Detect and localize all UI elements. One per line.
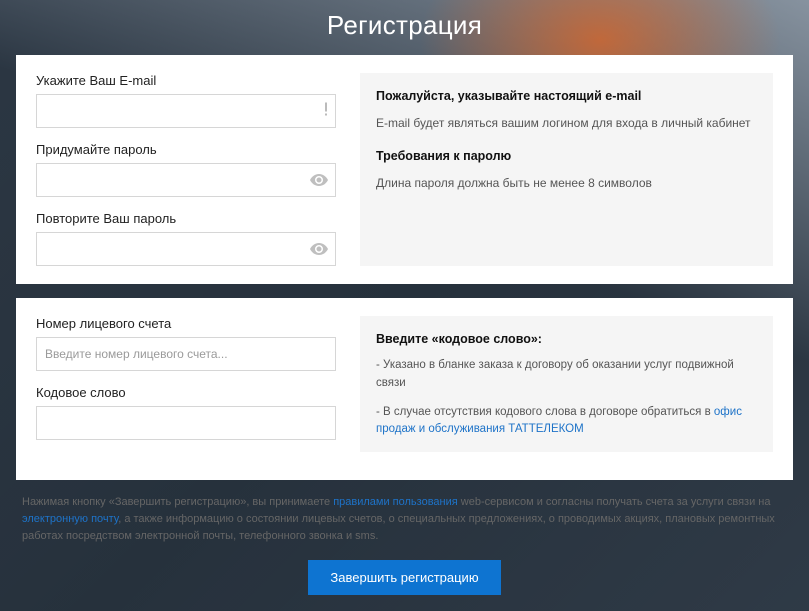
legal-part1: Нажимая кнопку «Завершить регистрацию», … [22, 496, 333, 508]
page-title: Регистрация [16, 0, 793, 55]
email-field[interactable] [36, 94, 336, 128]
confirm-password-label: Повторите Ваш пароль [36, 211, 336, 226]
codeword-label: Кодовое слово [36, 385, 336, 400]
codeword-info-line1: - Указано в бланке заказа к договору об … [376, 357, 757, 392]
password-field[interactable] [36, 163, 336, 197]
email-label: Укажите Ваш E-mail [36, 73, 336, 88]
info-pwd-title: Требования к паролю [376, 147, 757, 166]
legal-part3: , а также информацию о состоянии лицевых… [22, 513, 775, 542]
codeword-info-title: Введите «кодовое слово»: [376, 330, 757, 349]
codeword-field[interactable] [36, 406, 336, 440]
info-email-text: E-mail будет являться вашим логином для … [376, 114, 757, 133]
confirm-password-field[interactable] [36, 232, 336, 266]
codeword-info-line2: - В случае отсутствия кодового слова в д… [376, 404, 757, 439]
terms-link[interactable]: правилами пользования [333, 496, 458, 508]
email-consent-link[interactable]: электронную почту [22, 513, 118, 525]
legal-part2: web-сервисом и согласны получать счета з… [458, 496, 771, 508]
account-info: Введите «кодовое слово»: - Указано в бла… [360, 316, 773, 452]
panel-account: Номер лицевого счета Кодовое слово Введи… [16, 298, 793, 480]
credentials-info: Пожалуйста, указывайте настоящий e-mail … [360, 73, 773, 266]
info-pwd-text: Длина пароля должна быть не менее 8 симв… [376, 174, 757, 193]
legal-text: Нажимая кнопку «Завершить регистрацию», … [16, 494, 793, 559]
submit-button[interactable]: Завершить регистрацию [308, 560, 500, 595]
panel-credentials: Укажите Ваш E-mail Придумайте пароль [16, 55, 793, 284]
account-label: Номер лицевого счета [36, 316, 336, 331]
codeword-info-line2-text: - В случае отсутствия кодового слова в д… [376, 406, 714, 418]
account-number-field[interactable] [36, 337, 336, 371]
info-email-title: Пожалуйста, указывайте настоящий e-mail [376, 87, 757, 106]
password-label: Придумайте пароль [36, 142, 336, 157]
